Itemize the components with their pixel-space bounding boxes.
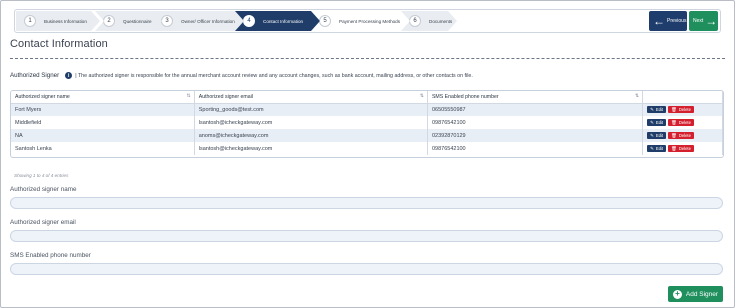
wizard-steps: 1 Business Information 2 Questionnaire 3… — [14, 9, 721, 33]
table-row: Fort Myers Sporting_goods@test.com 06505… — [11, 103, 723, 116]
sort-icon: ⇅ — [634, 93, 640, 99]
cell-phone: 02392870129 — [427, 129, 644, 142]
table-entries-info: Showing 1 to 4 of 4 entries — [14, 173, 69, 178]
sms-phone-input[interactable] — [10, 263, 723, 275]
delete-label: Delete — [678, 107, 691, 113]
edit-icon: ✎ — [650, 145, 654, 151]
delete-label: Delete — [678, 146, 691, 151]
edit-button[interactable]: ✎ Edit — [647, 119, 667, 126]
edit-button[interactable]: ✎ Edit — [647, 132, 667, 139]
step-number: 2 — [103, 15, 115, 27]
step-number: 4 — [243, 15, 255, 27]
step-label: Payment Processing Methods — [339, 18, 401, 24]
cell-phone: 06505550987 — [427, 103, 644, 116]
table-row: Middlefield lsantosh@icheckgateway.com 0… — [11, 116, 723, 129]
column-header-actions — [642, 91, 723, 104]
delete-button[interactable]: 🗑 Delete — [668, 132, 694, 139]
trash-icon: 🗑 — [671, 106, 677, 112]
step-number: 3 — [161, 15, 173, 27]
authorized-signer-heading: Authorized Signer — [10, 72, 60, 79]
edit-button[interactable]: ✎ Edit — [647, 145, 667, 152]
signer-email-label: Authorized signer email — [10, 219, 76, 226]
step-label: Questionnaire — [123, 18, 152, 24]
authorized-signer-header: Authorized Signer i | The authorized sig… — [10, 72, 473, 79]
table-row: Santosh Lenka lsantosh@icheckgateway.com… — [11, 142, 723, 155]
signer-email-input[interactable] — [10, 230, 723, 242]
step-label: Contact Information — [263, 18, 304, 24]
cell-name: Santosh Lenka — [11, 142, 195, 155]
cell-name: Fort Myers — [11, 103, 195, 116]
column-header-email[interactable]: Authorized signer email ⇅ — [194, 91, 428, 104]
delete-button[interactable]: 🗑 Delete — [668, 106, 694, 114]
delete-button[interactable]: 🗑 Delete — [668, 119, 694, 126]
cell-phone: 09876542100 — [427, 116, 644, 129]
info-icon: i — [65, 72, 73, 79]
column-header-label: Authorized signer email — [198, 93, 253, 100]
signer-name-input[interactable] — [10, 197, 723, 209]
cell-email: Sporting_goods@test.com — [194, 103, 428, 116]
edit-icon: ✎ — [650, 106, 654, 112]
column-header-label: Authorized signer name — [15, 93, 70, 100]
next-label: Next — [693, 18, 704, 24]
edit-button[interactable]: ✎ Edit — [647, 106, 667, 114]
wizard-step-business-information[interactable]: 1 Business Information — [16, 11, 100, 31]
step-number: 6 — [409, 15, 421, 27]
cell-actions: ✎ Edit 🗑 Delete — [642, 129, 723, 142]
column-header-phone[interactable]: SMS Enabled phone number ⇅ — [427, 91, 644, 104]
delete-label: Delete — [678, 120, 691, 125]
sort-icon: ⇅ — [186, 93, 191, 99]
previous-label: Previous — [667, 18, 687, 24]
edit-label: Edit — [655, 146, 664, 151]
cell-actions: ✎ Edit 🗑 Delete — [642, 103, 723, 116]
step-label: Documents — [429, 18, 453, 24]
step-label: Business Information — [44, 18, 87, 24]
column-header-label: SMS Enabled phone number — [431, 93, 499, 100]
cell-phone: 09876542100 — [427, 142, 644, 155]
table-row: NA anoms@icheckgateway.com 02392870129 ✎… — [11, 129, 723, 142]
arrow-left-icon: ← — [653, 14, 665, 28]
step-number: 5 — [319, 15, 331, 27]
wizard-step-contact-information[interactable]: 4 Contact Information — [235, 11, 321, 31]
cell-actions: ✎ Edit 🗑 Delete — [642, 116, 723, 129]
trash-icon: 🗑 — [671, 132, 677, 138]
sms-phone-label: SMS Enabled phone number — [10, 252, 91, 259]
trash-icon: 🗑 — [671, 119, 677, 125]
cell-email: lsantosh@icheckgateway.com — [194, 116, 428, 129]
table-header-row: Authorized signer name ⇅ Authorized signe… — [11, 91, 723, 104]
previous-button[interactable]: ← Previous — [649, 11, 687, 31]
sort-icon: ⇅ — [419, 93, 424, 99]
signer-name-label: Authorized signer name — [10, 186, 77, 193]
plus-circle-icon: + — [672, 289, 682, 299]
cell-name: NA — [11, 129, 195, 142]
wizard-step-owner-officer[interactable]: 3 Owner/ Officer Information — [153, 11, 247, 31]
add-signer-label: Add Signer — [685, 290, 719, 298]
step-number: 1 — [24, 15, 36, 27]
cell-email: anoms@icheckgateway.com — [194, 129, 428, 142]
edit-label: Edit — [655, 107, 664, 113]
wizard-step-payment-processing[interactable]: 5 Payment Processing Methods — [311, 11, 405, 31]
column-header-name[interactable]: Authorized signer name ⇅ — [11, 91, 195, 104]
arrow-right-icon: → — [705, 14, 718, 28]
delete-button[interactable]: 🗑 Delete — [668, 145, 694, 152]
section-divider — [10, 58, 725, 59]
cell-actions: ✎ Edit 🗑 Delete — [642, 142, 723, 155]
authorized-signer-description: | The authorized signer is responsible f… — [75, 72, 473, 79]
cell-name: Middlefield — [11, 116, 195, 129]
next-button[interactable]: Next → — [689, 11, 718, 31]
signers-table: Authorized signer name ⇅ Authorized signe… — [10, 90, 724, 158]
wizard-step-documents[interactable]: 6 Documents — [401, 11, 457, 31]
edit-icon: ✎ — [650, 119, 654, 125]
page-title: Contact Information — [10, 38, 108, 50]
cell-email: lsantosh@icheckgateway.com — [194, 142, 428, 155]
step-label: Owner/ Officer Information — [181, 18, 235, 24]
trash-icon: 🗑 — [671, 145, 677, 151]
edit-label: Edit — [655, 133, 664, 138]
add-signer-button[interactable]: + Add Signer — [668, 286, 723, 302]
edit-label: Edit — [655, 120, 664, 125]
edit-icon: ✎ — [650, 132, 654, 138]
delete-label: Delete — [678, 133, 691, 138]
